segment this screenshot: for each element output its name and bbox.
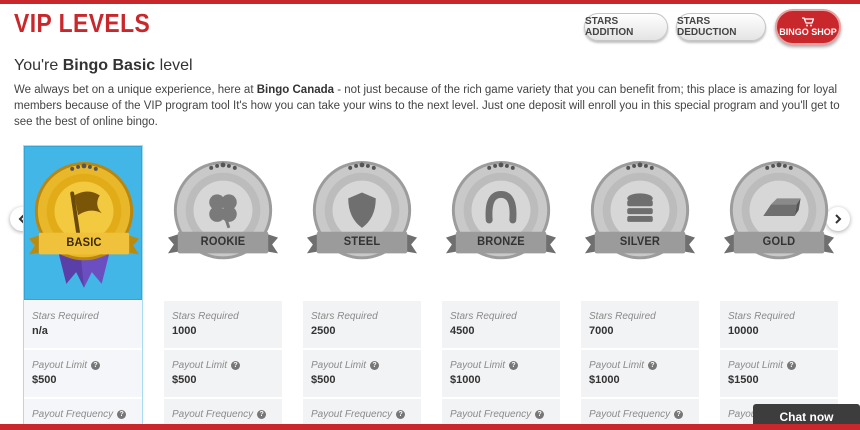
- level-name: BASIC: [66, 235, 102, 249]
- payout-limit-value: $500: [172, 374, 197, 386]
- payout-limit-block: Payout Limit? $1000: [442, 350, 560, 397]
- payout-limit-label: Payout Limit: [172, 360, 228, 371]
- payout-limit-block: Payout Limit? $500: [303, 350, 421, 397]
- vip-badge: GOLD: [720, 146, 838, 300]
- stars-required-label: Stars Required: [728, 311, 795, 322]
- help-icon[interactable]: ?: [117, 410, 127, 419]
- vip-level-card-bronze[interactable]: BRONZE Stars Required 4500 Payout Limit? $10…: [442, 146, 560, 430]
- stars-required-label: Stars Required: [450, 311, 517, 322]
- page-title: VIP LEVELS: [14, 8, 151, 38]
- payout-frequency-label: Payout Frequency: [589, 409, 671, 420]
- vip-level-card-rookie[interactable]: ROOKIE Stars Required 1000 Payout Limit? $50…: [164, 146, 282, 430]
- stars-required-value: n/a: [32, 325, 48, 337]
- help-icon[interactable]: ?: [787, 361, 797, 370]
- stars-required-block: Stars Required 10000: [720, 301, 838, 348]
- vip-level-card-basic[interactable]: BASIC Stars Required n/a Payout Limit? $500 P…: [24, 146, 142, 430]
- vip-badge: STEEL: [303, 146, 421, 300]
- vip-level-card-steel[interactable]: STEEL Stars Required 2500 Payout Limit? $500…: [303, 146, 421, 430]
- payout-limit-label: Payout Limit: [728, 360, 784, 371]
- payout-limit-value: $1500: [728, 374, 759, 386]
- payout-frequency-label: Payout Frequency: [450, 409, 532, 420]
- current-level-name: Bingo Basic: [62, 57, 156, 74]
- stars-deduction-button[interactable]: STARS DEDUCTION: [676, 13, 766, 41]
- level-name: SILVER: [619, 234, 661, 248]
- stars-required-block: Stars Required 4500: [442, 301, 560, 348]
- intro-paragraph: We always bet on a unique experience, he…: [14, 84, 840, 128]
- help-icon[interactable]: ?: [648, 361, 658, 370]
- vip-badge: BASIC: [24, 146, 142, 300]
- vip-level-card-gold[interactable]: GOLD Stars Required 10000 Payout Limit? $150…: [720, 146, 838, 430]
- help-icon[interactable]: ?: [370, 361, 380, 370]
- payout-limit-value: $1000: [450, 374, 481, 386]
- stars-required-label: Stars Required: [311, 311, 378, 322]
- payout-limit-value: $1000: [589, 374, 620, 386]
- help-icon[interactable]: ?: [509, 361, 519, 370]
- bingo-shop-button[interactable]: BINGO SHOP: [775, 9, 841, 45]
- shopping-cart-icon: [802, 16, 814, 26]
- stars-required-value: 4500: [450, 325, 475, 337]
- help-icon[interactable]: ?: [674, 410, 684, 419]
- payout-limit-block: Payout Limit? $500: [164, 350, 282, 397]
- payout-limit-label: Payout Limit: [589, 360, 645, 371]
- stars-required-value: 10000: [728, 325, 759, 337]
- level-name: ROOKIE: [200, 234, 246, 248]
- stars-required-label: Stars Required: [32, 311, 99, 322]
- payout-limit-block: Payout Limit? $1500: [720, 350, 838, 397]
- stars-required-value: 7000: [589, 325, 614, 337]
- payout-frequency-label: Payout Frequency: [311, 409, 393, 420]
- stars-required-label: Stars Required: [589, 311, 656, 322]
- stars-addition-button[interactable]: STARS ADDITION: [584, 13, 668, 41]
- payout-limit-label: Payout Limit: [32, 360, 88, 371]
- payout-limit-value: $500: [32, 374, 57, 386]
- stars-required-block: Stars Required n/a: [24, 301, 142, 348]
- top-accent-bar: [0, 0, 860, 4]
- help-icon[interactable]: ?: [231, 361, 241, 370]
- payout-frequency-label: Payout Frequency: [172, 409, 254, 420]
- brand-name: Bingo Canada: [256, 84, 335, 96]
- level-name: STEEL: [343, 234, 381, 248]
- payout-frequency-label: Payout Frequency: [32, 409, 114, 420]
- vip-level-card-silver[interactable]: SILVER Stars Required 7000 Payout Limit? $10…: [581, 146, 699, 430]
- bingo-shop-label: BINGO SHOP: [779, 26, 837, 37]
- bottom-accent-bar: [0, 424, 860, 430]
- help-icon[interactable]: ?: [257, 410, 267, 419]
- stars-required-block: Stars Required 7000: [581, 301, 699, 348]
- stars-required-block: Stars Required 2500: [303, 301, 421, 348]
- level-name: BRONZE: [477, 234, 525, 248]
- payout-limit-value: $500: [311, 374, 336, 386]
- vip-badge: BRONZE: [442, 146, 560, 300]
- help-icon[interactable]: ?: [535, 410, 545, 419]
- stars-required-label: Stars Required: [172, 311, 239, 322]
- help-icon[interactable]: ?: [91, 361, 101, 370]
- help-icon[interactable]: ?: [396, 410, 406, 419]
- payout-limit-block: Payout Limit? $1000: [581, 350, 699, 397]
- current-level-heading: You're Bingo Basic level: [14, 57, 193, 74]
- stars-required-value: 2500: [311, 325, 336, 337]
- vip-badge: ROOKIE: [164, 146, 282, 300]
- stars-required-value: 1000: [172, 325, 197, 337]
- payout-limit-label: Payout Limit: [450, 360, 506, 371]
- level-name: GOLD: [762, 234, 796, 248]
- payout-limit-block: Payout Limit? $500: [24, 350, 142, 397]
- stars-required-block: Stars Required 1000: [164, 301, 282, 348]
- vip-badge: SILVER: [581, 146, 699, 300]
- payout-limit-label: Payout Limit: [311, 360, 367, 371]
